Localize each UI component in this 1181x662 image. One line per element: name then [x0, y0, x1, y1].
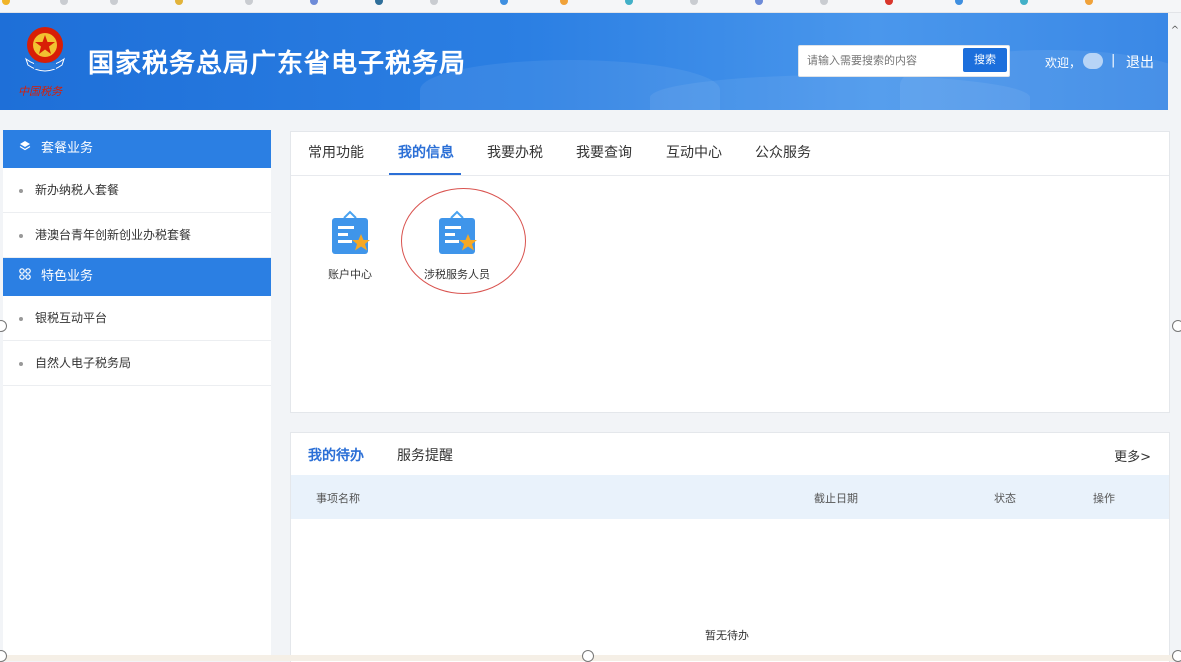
tab-my-info[interactable]: 我的信息 — [398, 132, 454, 175]
bookmark-item[interactable] — [2, 0, 13, 8]
column-header: 操作 — [1093, 492, 1115, 505]
highlight-ring — [401, 188, 526, 294]
active-tab-indicator — [389, 173, 461, 175]
column-header: 状态 — [994, 492, 1016, 505]
app-account-center[interactable]: 账户中心 — [310, 200, 390, 290]
more-link[interactable]: 更多> — [1114, 446, 1151, 465]
sidebar-item-natural-person[interactable]: 自然人电子税务局 — [3, 341, 271, 386]
bookmark-item[interactable] — [175, 0, 186, 8]
site-title: 国家税务总局广东省电子税务局 — [88, 49, 467, 79]
tab-query[interactable]: 我要查询 — [576, 132, 632, 175]
bookmark-item[interactable] — [560, 0, 571, 8]
bookmark-item[interactable] — [690, 0, 701, 8]
tab-public-service[interactable]: 公众服务 — [755, 132, 811, 175]
resize-handle[interactable] — [1172, 320, 1181, 332]
tax-emblem-icon — [25, 27, 65, 72]
bookmark-item[interactable] — [1020, 0, 1031, 8]
welcome-text: 欢迎， — [1045, 56, 1082, 70]
bookmark-bar — [0, 0, 1181, 13]
search-input[interactable] — [799, 46, 962, 74]
todo-panel: 我的待办 服务提醒 更多> 事项名称 截止日期 状态 操作 暂无待办 — [290, 432, 1170, 662]
resize-handle[interactable] — [1172, 650, 1181, 662]
empty-state-text: 暂无待办 — [705, 629, 749, 642]
bookmark-item[interactable] — [60, 0, 71, 8]
bookmark-item[interactable] — [955, 0, 966, 8]
resize-handle[interactable] — [582, 650, 594, 662]
site-header: 中国税务 国家税务总局广东省电子税务局 搜索 欢迎， | 退出 — [0, 13, 1168, 110]
app-label: 账户中心 — [328, 268, 372, 281]
tab-tax-handling[interactable]: 我要办税 — [487, 132, 543, 175]
logout-link[interactable]: 退出 — [1126, 52, 1154, 72]
sidebar-item-label: 银税互动平台 — [35, 311, 108, 325]
sidebar-group-title: 特色业务 — [41, 269, 94, 284]
sidebar-item-new-taxpayer[interactable]: 新办纳税人套餐 — [3, 168, 271, 213]
sidebar-item-label: 自然人电子税务局 — [35, 356, 132, 370]
column-header: 截止日期 — [814, 492, 858, 505]
tab-service-reminder[interactable]: 服务提醒 — [397, 445, 453, 465]
bookmark-item[interactable] — [625, 0, 636, 8]
sidebar-group-title: 套餐业务 — [41, 141, 94, 156]
bookmark-item[interactable] — [820, 0, 831, 8]
bookmark-item[interactable] — [110, 0, 121, 8]
grid-icon — [17, 258, 33, 296]
tab-my-todo[interactable]: 我的待办 — [308, 445, 364, 465]
scroll-up-icon[interactable]: ^ — [1170, 26, 1180, 36]
sidebar-item-label: 新办纳税人套餐 — [35, 183, 120, 197]
bookmark-item[interactable] — [1085, 0, 1096, 8]
sidebar: 套餐业务 新办纳税人套餐 港澳台青年创新创业办税套餐 特色业务 银税互动平台 自… — [3, 130, 271, 661]
search-button[interactable]: 搜索 — [963, 48, 1007, 72]
sidebar-item-label: 港澳台青年创新创业办税套餐 — [35, 228, 192, 242]
main-tabs: 常用功能 我的信息 我要办税 我要查询 互动中心 公众服务 — [291, 132, 1169, 176]
username-redacted — [1083, 53, 1103, 69]
header-separator: | — [1111, 53, 1116, 68]
layers-icon — [17, 130, 33, 168]
bookmark-item[interactable] — [430, 0, 441, 8]
bookmark-item[interactable] — [245, 0, 256, 8]
bookmark-item[interactable] — [500, 0, 511, 8]
bookmark-item[interactable] — [755, 0, 766, 8]
bookmark-item[interactable] — [885, 0, 896, 8]
bookmark-item[interactable] — [310, 0, 321, 8]
column-header: 事项名称 — [316, 492, 360, 505]
tab-interaction[interactable]: 互动中心 — [666, 132, 722, 175]
sidebar-item-hk-macau-tw-youth[interactable]: 港澳台青年创新创业办税套餐 — [3, 213, 271, 258]
doc-star-icon — [332, 210, 370, 254]
sidebar-item-bank-tax[interactable]: 银税互动平台 — [3, 296, 271, 341]
todo-table-header: 事项名称 截止日期 状态 操作 — [291, 475, 1169, 519]
sidebar-group-package[interactable]: 套餐业务 — [3, 130, 271, 168]
tab-common[interactable]: 常用功能 — [308, 132, 364, 175]
sidebar-group-featured[interactable]: 特色业务 — [3, 258, 271, 296]
search-box: 搜索 — [798, 45, 1010, 77]
emblem-caption: 中国税务 — [18, 85, 62, 98]
bookmark-item[interactable] — [375, 0, 386, 8]
